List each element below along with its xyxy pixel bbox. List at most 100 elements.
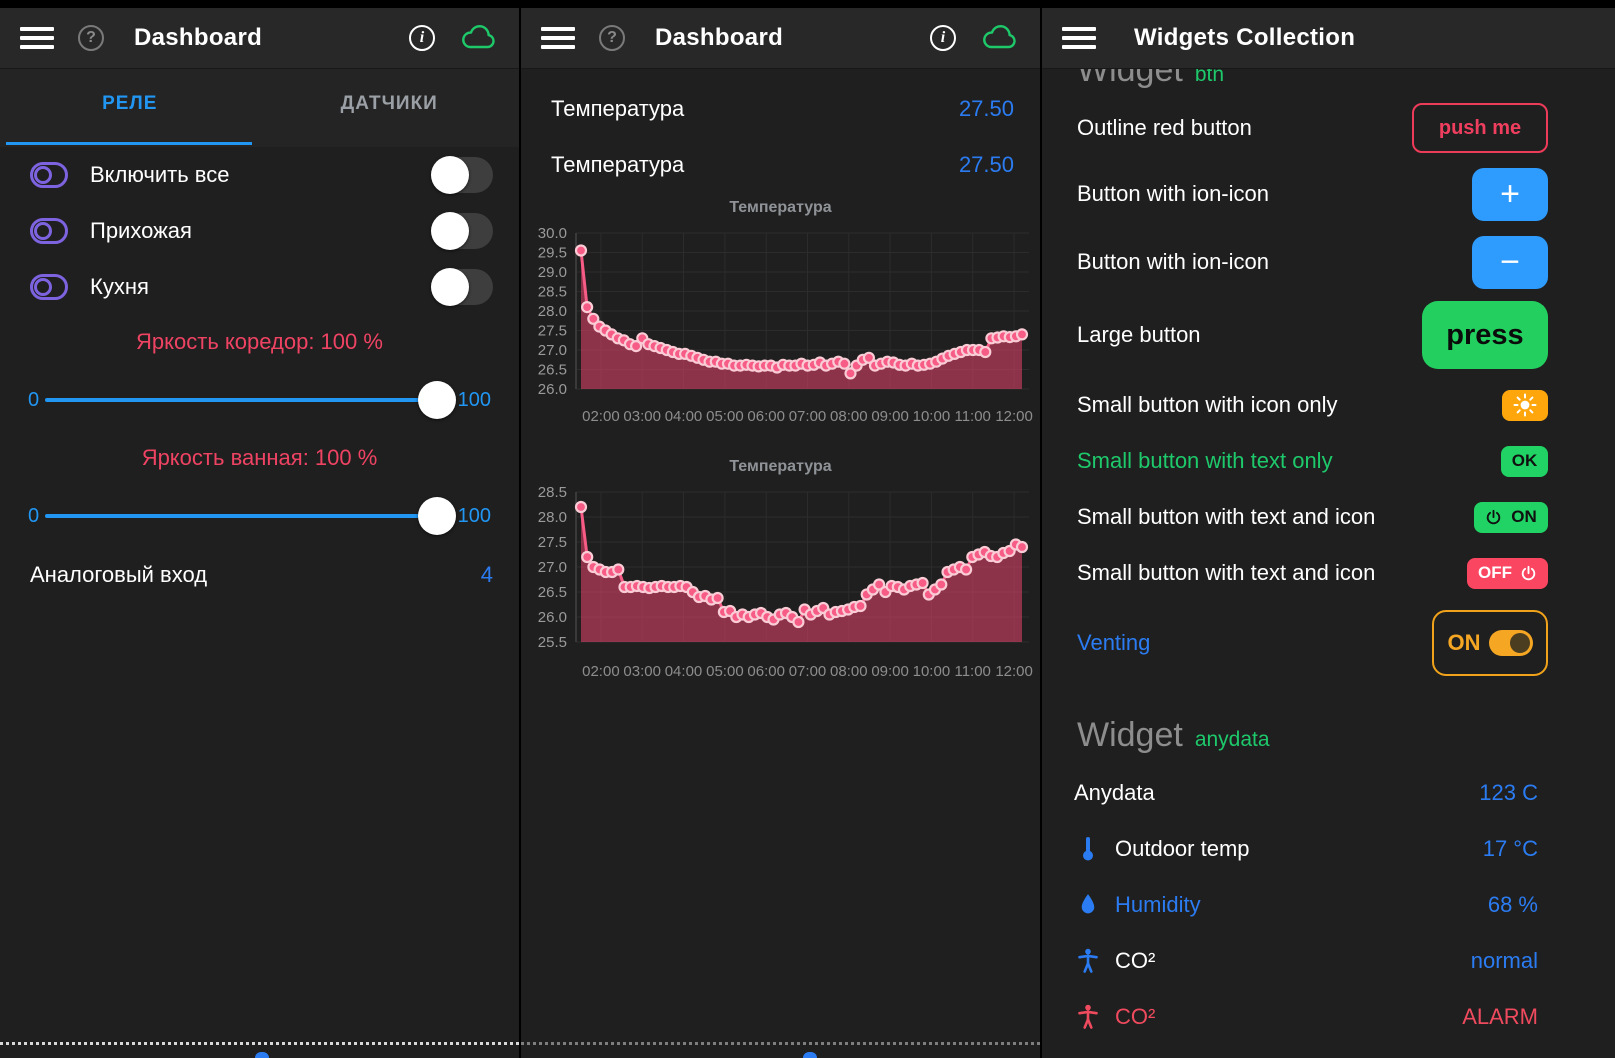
help-icon[interactable]: ? xyxy=(599,25,625,51)
plus-button[interactable]: + xyxy=(1472,168,1548,221)
widget-row: Button with ion-icon − xyxy=(1042,227,1615,297)
svg-text:12:00: 12:00 xyxy=(995,663,1033,680)
toolbar: ? Dashboard i xyxy=(0,8,519,69)
data-row-co2-normal: CO² normal xyxy=(1042,933,1615,989)
svg-text:05:00: 05:00 xyxy=(706,408,744,425)
temperature-value: 27.50 xyxy=(959,96,1014,122)
svg-text:08:00: 08:00 xyxy=(830,663,868,680)
slider-corridor: 0 100 xyxy=(0,369,519,431)
switch-label: Кухня xyxy=(90,274,431,300)
slider-label-bath: Яркость ванная: 100 % xyxy=(0,431,519,485)
push-me-button[interactable]: push me xyxy=(1412,103,1548,153)
widget-row: Button with ion-icon + xyxy=(1042,161,1615,227)
tab-relays[interactable]: РЕЛЕ xyxy=(0,69,260,147)
widget-divider xyxy=(521,1042,1040,1045)
widget-divider xyxy=(0,1042,519,1045)
menu-icon[interactable] xyxy=(20,22,54,54)
slider-label-corridor: Яркость коредор: 100 % xyxy=(0,315,519,369)
slider-min: 0 xyxy=(28,505,39,528)
page-title: Widgets Collection xyxy=(1134,24,1355,52)
svg-text:09:00: 09:00 xyxy=(871,408,909,425)
toolbar: Widgets Collection xyxy=(1042,8,1615,69)
minus-button[interactable]: − xyxy=(1472,236,1548,289)
toolbar: ? Dashboard i xyxy=(521,8,1040,69)
page-title: Dashboard xyxy=(655,24,783,52)
switch-row-hallway: Прихожая xyxy=(0,203,519,259)
slider-max: 100 xyxy=(458,505,491,528)
svg-text:03:00: 03:00 xyxy=(623,408,661,425)
svg-text:27.0: 27.0 xyxy=(538,342,567,359)
svg-text:27.5: 27.5 xyxy=(538,534,567,551)
data-row-co2-alarm: CO² ALARM xyxy=(1042,989,1615,1045)
slider-corridor-knob[interactable] xyxy=(418,381,456,419)
svg-text:04:00: 04:00 xyxy=(665,408,703,425)
slider-bath-knob[interactable] xyxy=(418,497,456,535)
active-tab-indicator xyxy=(6,142,252,145)
svg-text:26.5: 26.5 xyxy=(538,362,567,379)
tab-sensors[interactable]: ДАТЧИКИ xyxy=(260,69,520,147)
section-heading-anydata: Widget anydata xyxy=(1042,685,1615,765)
panel-widgets-collection: Widgets Collection Widgetbtn Outline red… xyxy=(1040,8,1615,1058)
temperature-label: Температура xyxy=(551,96,959,122)
temperature-row: Температура 27.50 xyxy=(521,81,1040,137)
on-button[interactable]: ON xyxy=(1474,502,1548,533)
switch-label: Прихожая xyxy=(90,218,431,244)
tab-bar: РЕЛЕ ДАТЧИКИ xyxy=(0,69,519,147)
data-row-humidity: Humidity 68 % xyxy=(1042,877,1615,933)
data-row-anydata: Anydata 123 C xyxy=(1042,765,1615,821)
switch-hallway-toggle[interactable] xyxy=(431,212,493,250)
info-icon[interactable]: i xyxy=(930,25,956,51)
switch-all-toggle[interactable] xyxy=(431,156,493,194)
svg-text:30.0: 30.0 xyxy=(538,225,567,242)
thermometer-icon xyxy=(1074,836,1102,862)
svg-text:04:00: 04:00 xyxy=(665,663,703,680)
clipped-section-heading: Widgetbtn xyxy=(1042,69,1615,95)
chart-title: Температура xyxy=(521,458,1040,480)
svg-text:07:00: 07:00 xyxy=(789,663,827,680)
slider-max: 100 xyxy=(458,389,491,412)
svg-text:25.5: 25.5 xyxy=(538,634,567,651)
switch-label: Включить все xyxy=(90,162,431,188)
widget-row: Small button with text only OK xyxy=(1042,433,1615,489)
cloud-icon[interactable] xyxy=(982,25,1018,51)
slider-min: 0 xyxy=(28,389,39,412)
svg-text:06:00: 06:00 xyxy=(747,408,785,425)
panel-dashboard-temperature: ? Dashboard i Температура 27.50 Температ… xyxy=(519,8,1040,1058)
venting-switch[interactable] xyxy=(1489,630,1533,656)
temperature-row: Температура 27.50 xyxy=(521,137,1040,193)
power-icon xyxy=(1520,565,1537,582)
svg-text:02:00: 02:00 xyxy=(582,408,620,425)
page-title: Dashboard xyxy=(134,24,262,52)
widget-row-venting: Venting ON xyxy=(1042,601,1615,685)
help-icon[interactable]: ? xyxy=(78,25,104,51)
venting-toggle-button[interactable]: ON xyxy=(1432,610,1548,676)
slider-bath-track[interactable] xyxy=(45,496,452,536)
toggle-outline-icon xyxy=(30,274,68,300)
analog-input-value: 4 xyxy=(481,562,493,588)
temperature-chart-2: 28.528.027.527.026.526.025.502:0003:0004… xyxy=(523,480,1040,695)
temperature-label: Температура xyxy=(551,152,959,178)
slider-bath: 0 100 xyxy=(0,485,519,547)
svg-text:07:00: 07:00 xyxy=(789,408,827,425)
switch-kitchen-toggle[interactable] xyxy=(431,268,493,306)
clipped-content-fragment xyxy=(255,1052,269,1058)
widget-row: Small button with icon only xyxy=(1042,377,1615,433)
widget-row: Large button press xyxy=(1042,297,1615,373)
slider-corridor-track[interactable] xyxy=(45,380,452,420)
chart-title: Температура xyxy=(521,199,1040,221)
menu-icon[interactable] xyxy=(1062,22,1096,54)
info-icon[interactable]: i xyxy=(409,25,435,51)
svg-text:11:00: 11:00 xyxy=(954,408,990,425)
cloud-icon[interactable] xyxy=(461,25,497,51)
svg-text:26.0: 26.0 xyxy=(538,609,567,626)
ok-button[interactable]: OK xyxy=(1501,446,1548,477)
menu-icon[interactable] xyxy=(541,22,575,54)
svg-text:28.0: 28.0 xyxy=(538,509,567,526)
svg-text:26.0: 26.0 xyxy=(538,381,567,398)
off-button[interactable]: OFF xyxy=(1467,558,1548,589)
analog-input-label: Аналоговый вход xyxy=(30,562,481,588)
svg-text:28.5: 28.5 xyxy=(538,284,567,301)
press-button[interactable]: press xyxy=(1422,301,1548,369)
sun-icon-button[interactable] xyxy=(1502,390,1548,421)
clipped-content-fragment xyxy=(803,1052,817,1058)
